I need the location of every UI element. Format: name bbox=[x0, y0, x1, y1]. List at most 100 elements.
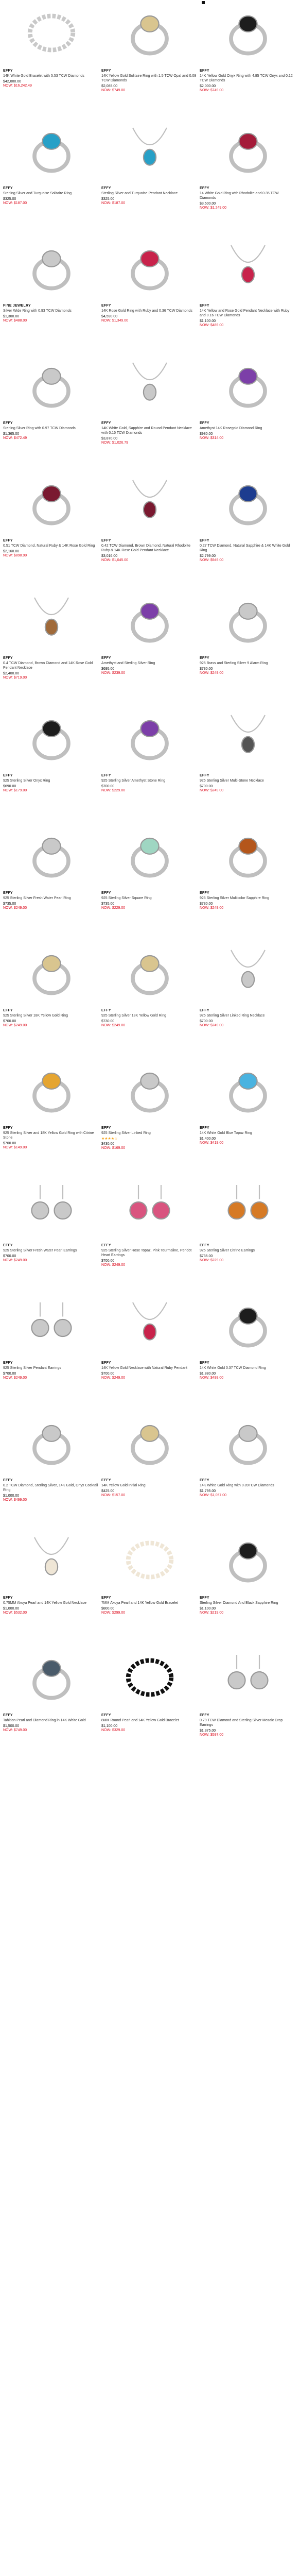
product-title[interactable]: Sterling Silver and Turquoise Solitaire … bbox=[3, 191, 99, 196]
product-image[interactable] bbox=[200, 470, 296, 538]
product-title[interactable]: 925 Sterling Silver Linked Ring Necklace bbox=[200, 1013, 296, 1018]
product-image[interactable] bbox=[101, 705, 198, 773]
product-image[interactable] bbox=[3, 470, 99, 538]
product-title[interactable]: 14K White Gold Blue Topaz Ring bbox=[200, 1131, 296, 1136]
product-title[interactable]: 925 Sterling Silver and 18K Yellow Gold … bbox=[3, 1131, 99, 1140]
product-card[interactable]: EFFY 925 Sterling Silver Citrine Earrings… bbox=[199, 1175, 297, 1292]
product-card[interactable]: EFFY 925 Sterling Silver Linked Ring Neck… bbox=[199, 940, 297, 1057]
product-image[interactable] bbox=[3, 1527, 99, 1595]
product-card[interactable]: EFFY 925 Sterling Silver 18K Yellow Gold … bbox=[100, 940, 199, 1057]
product-title[interactable]: 925 Sterling Silver Citrine Earrings bbox=[200, 1248, 296, 1253]
product-image[interactable] bbox=[3, 235, 99, 303]
product-card[interactable]: FINE JEWELRY Silver Wide Ring with 0.93 T… bbox=[2, 235, 100, 352]
product-card[interactable]: EFFY 0.2 TCW Diamond, Sterling Silver, 14… bbox=[2, 1410, 100, 1527]
product-image[interactable] bbox=[200, 1057, 296, 1125]
product-title[interactable]: 14K White Gold Bracelet with 5.53 TCW Di… bbox=[3, 74, 99, 78]
product-title[interactable]: 925 Sterling Silver Square Ring bbox=[101, 896, 198, 901]
product-image[interactable] bbox=[3, 1645, 99, 1713]
product-image[interactable] bbox=[3, 940, 99, 1008]
color-swatch[interactable] bbox=[202, 1, 205, 4]
product-card[interactable]: EFFY 14K White Gold Bracelet with 5.53 TC… bbox=[2, 0, 100, 117]
product-card[interactable]: EFFY 8MM Round Pearl and 14K Yellow Gold … bbox=[100, 1645, 199, 1762]
product-card[interactable]: EFFY 925 Sterling Silver 18K Yellow Gold … bbox=[2, 940, 100, 1057]
product-card[interactable]: EFFY 14K Yellow Gold Necklace with Natura… bbox=[100, 1292, 199, 1410]
product-image[interactable] bbox=[200, 587, 296, 655]
product-image[interactable] bbox=[200, 1645, 296, 1713]
product-title[interactable]: Silver Wide Ring with 0.93 TCW Diamonds bbox=[3, 309, 99, 313]
product-title[interactable]: 925 Sterling Silver Multi-Stone Necklace bbox=[200, 778, 296, 783]
product-image[interactable] bbox=[200, 1292, 296, 1360]
product-card[interactable]: EFFY 925 Sterling Silver Fresh Water Pear… bbox=[2, 1175, 100, 1292]
product-image[interactable] bbox=[3, 352, 99, 420]
product-title[interactable]: Tahitian Pearl and Diamond Ring in 14K W… bbox=[3, 1718, 99, 1723]
product-card[interactable]: EFFY 0.75MM Akoya Pearl and 14K Yellow Go… bbox=[2, 1527, 100, 1645]
product-title[interactable]: 7MM Akoya Pearl and 14K Yellow Gold Brac… bbox=[101, 1601, 198, 1605]
product-image[interactable] bbox=[3, 117, 99, 185]
product-card[interactable]: EFFY 925 Sterling Silver Onyx Ring $690.00… bbox=[2, 705, 100, 822]
product-title[interactable]: 0.51 TCW Diamond, Natural Ruby & 14K Ros… bbox=[3, 544, 99, 548]
product-image[interactable] bbox=[3, 1175, 99, 1243]
product-card[interactable]: EFFY 0.79 TCW Diamond and Sterling Silver… bbox=[199, 1645, 297, 1762]
product-image[interactable] bbox=[101, 1645, 198, 1713]
product-title[interactable]: 0.2 TCW Diamond, Sterling Silver, 14K Go… bbox=[3, 1483, 99, 1493]
product-image[interactable] bbox=[200, 940, 296, 1008]
product-card[interactable]: EFFY 925 Sterling Silver Multicolor Sapph… bbox=[199, 822, 297, 940]
product-title[interactable]: 14 White Gold Ring with Rhodolite and 0.… bbox=[200, 191, 296, 200]
product-image[interactable] bbox=[101, 470, 198, 538]
product-image[interactable] bbox=[3, 1292, 99, 1360]
product-title[interactable]: 925 Sterling Silver Linked Ring bbox=[101, 1131, 198, 1136]
product-card[interactable]: EFFY 14 White Gold Ring with Rhodolite an… bbox=[199, 117, 297, 235]
product-image[interactable] bbox=[200, 235, 296, 303]
product-image[interactable] bbox=[3, 1410, 99, 1478]
product-card[interactable]: EFFY 925 Sterling Silver Multi-Stone Neck… bbox=[199, 705, 297, 822]
product-image[interactable] bbox=[101, 352, 198, 420]
product-title[interactable]: 925 Sterling Silver Fresh Water Pearl Ri… bbox=[3, 896, 99, 901]
product-image[interactable] bbox=[200, 0, 296, 68]
product-title[interactable]: 14K Yellow Gold Solitaire Ring with 1.5 … bbox=[101, 74, 198, 83]
product-title[interactable]: 925 Sterling Silver Rose Topaz, Pink Tou… bbox=[101, 1248, 198, 1258]
product-card[interactable]: EFFY Sterling Silver and Turquoise Solita… bbox=[2, 117, 100, 235]
product-title[interactable]: 0.42 TCW Diamond, Brown Diamond, Natural… bbox=[101, 544, 198, 553]
product-title[interactable]: 925 Brass and Sterling Silver 9 Alarm Ri… bbox=[200, 661, 296, 666]
product-card[interactable]: EFFY 14K Yellow Gold Onyx Ring with 4.85 … bbox=[199, 0, 297, 117]
product-card[interactable]: EFFY Sterling Silver Ring with 0.97 TCW D… bbox=[2, 352, 100, 470]
product-card[interactable]: EFFY 925 Sterling Silver Pendant Earrings… bbox=[2, 1292, 100, 1410]
product-card[interactable]: EFFY 14K Rose Gold Ring with Ruby and 0.3… bbox=[100, 235, 199, 352]
product-card[interactable]: EFFY Tahitian Pearl and Diamond Ring in 1… bbox=[2, 1645, 100, 1762]
product-image[interactable] bbox=[101, 1410, 198, 1478]
product-card[interactable]: EFFY 14K White Gold, Sapphire and Round P… bbox=[100, 352, 199, 470]
product-image[interactable] bbox=[200, 1410, 296, 1478]
product-card[interactable]: EFFY 925 Sterling Silver Fresh Water Pear… bbox=[2, 822, 100, 940]
product-image[interactable] bbox=[101, 822, 198, 890]
product-card[interactable]: EFFY Sterling Silver Diamond And Black Sa… bbox=[199, 1527, 297, 1645]
product-image[interactable] bbox=[101, 1057, 198, 1125]
product-card[interactable]: EFFY 14K White Gold Blue Topaz Ring $1,400… bbox=[199, 1057, 297, 1175]
product-title[interactable]: Sterling Silver Diamond And Black Sapphi… bbox=[200, 1601, 296, 1605]
product-title[interactable]: Amethyst 14K Rosegold Diamond Ring bbox=[200, 426, 296, 431]
product-image[interactable] bbox=[200, 352, 296, 420]
product-image[interactable] bbox=[101, 940, 198, 1008]
product-card[interactable]: EFFY 925 Sterling Silver and 18K Yellow G… bbox=[2, 1057, 100, 1175]
product-card[interactable]: EFFY 925 Sterling Silver Linked Ring ★★★★☆… bbox=[100, 1057, 199, 1175]
product-image[interactable] bbox=[3, 822, 99, 890]
product-title[interactable]: 14K White Gold, Sapphire and Round Penda… bbox=[101, 426, 198, 435]
product-card[interactable]: EFFY 925 Sterling Silver Amethyst Stone R… bbox=[100, 705, 199, 822]
product-card[interactable]: EFFY 925 Brass and Sterling Silver 9 Alar… bbox=[199, 587, 297, 705]
product-image[interactable] bbox=[200, 1175, 296, 1243]
product-image[interactable] bbox=[101, 587, 198, 655]
product-title[interactable]: 0.4 TCW Diamond, Brown Diamond and 14K R… bbox=[3, 661, 99, 670]
product-title[interactable]: 14K Rose Gold Ring with Ruby and 0.36 TC… bbox=[101, 309, 198, 313]
product-title[interactable]: 925 Sterling Silver Fresh Water Pearl Ea… bbox=[3, 1248, 99, 1253]
product-card[interactable]: EFFY 0.4 TCW Diamond, Brown Diamond and 1… bbox=[2, 587, 100, 705]
product-image[interactable] bbox=[200, 822, 296, 890]
product-card[interactable]: EFFY 0.27 TCW Diamond, Natural Sapphire &… bbox=[199, 470, 297, 587]
product-image[interactable] bbox=[200, 705, 296, 773]
product-card[interactable]: EFFY 14K Yellow Gold Solitaire Ring with … bbox=[100, 0, 199, 117]
product-title[interactable]: 14K Yellow Gold Onyx Ring with 4.85 TCW … bbox=[200, 74, 296, 83]
product-card[interactable]: EFFY 925 Sterling Silver Rose Topaz, Pink… bbox=[100, 1175, 199, 1292]
product-title[interactable]: Sterling Silver and Turquoise Pendant Ne… bbox=[101, 191, 198, 196]
product-card[interactable]: EFFY 14K Yellow and Rose Gold Pendant Nec… bbox=[199, 235, 297, 352]
product-title[interactable]: 14K White Gold 0.37 TCW Diamond Ring bbox=[200, 1366, 296, 1370]
product-image[interactable] bbox=[3, 0, 99, 68]
product-image[interactable] bbox=[101, 1292, 198, 1360]
